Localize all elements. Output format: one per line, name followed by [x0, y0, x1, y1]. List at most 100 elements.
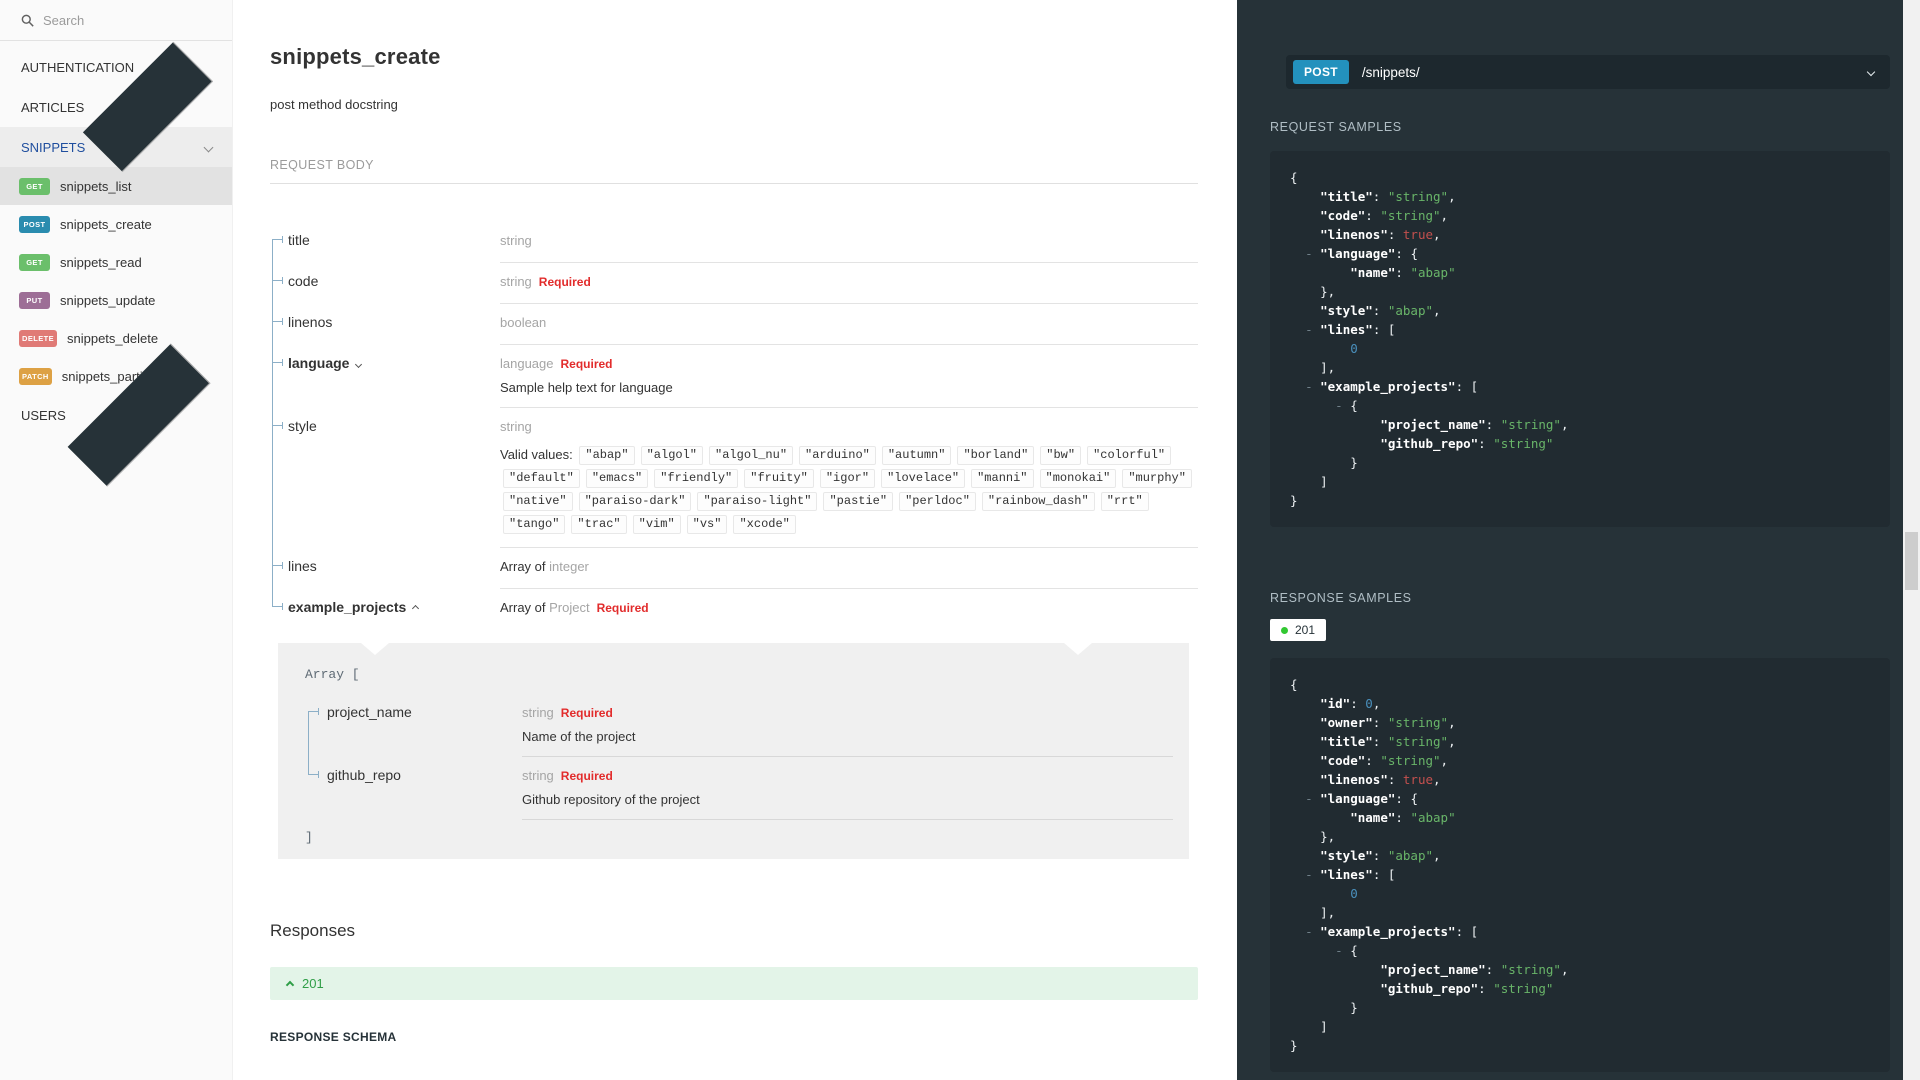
search-box[interactable]	[0, 0, 232, 41]
request-sample-code: { "title": "string", "code": "string", "…	[1270, 151, 1890, 527]
field-name: lines	[288, 558, 317, 574]
field-name: linenos	[288, 314, 333, 330]
enum-value-chip: "fruity"	[744, 469, 814, 489]
field-name: code	[288, 273, 319, 289]
section-label: USERS	[21, 407, 66, 423]
enum-value-chip: "paraiso-dark"	[578, 492, 692, 512]
field-row-language: language language Required Sample help te…	[270, 345, 1198, 408]
operation-description: post method docstring	[270, 97, 398, 112]
op-label: snippets_delete	[67, 330, 159, 346]
enum-value-chip: "monokai"	[1039, 469, 1117, 489]
enum-value-chip: "emacs"	[585, 469, 649, 489]
enum-value-chip: "abap"	[579, 446, 635, 466]
array-open-bracket: Array [	[305, 667, 360, 682]
samples-panel: POST /snippets/ REQUEST SAMPLES { "title…	[1237, 0, 1920, 1080]
field-row-id: id integer id serializer help text	[270, 1070, 1198, 1080]
method-badge-put: PUT	[19, 291, 50, 309]
enum-value-chip: "igor"	[819, 469, 876, 489]
field-name: style	[288, 418, 317, 434]
expandable-field-example-projects[interactable]: example_projects	[288, 589, 500, 629]
field-row-style: style string Valid values: "abap" "algol"…	[270, 408, 1198, 548]
enum-value-chip: "vim"	[632, 515, 681, 535]
field-type-prefix: Array of	[500, 559, 550, 574]
enum-value-chip: "tango"	[503, 515, 566, 535]
sidebar-op-snippets-update[interactable]: PUT snippets_update	[0, 281, 232, 319]
field-row-code: code string Required	[270, 263, 1198, 304]
chevron-up-icon	[285, 980, 295, 990]
search-input[interactable]	[43, 12, 193, 28]
field-row-linenos: linenos boolean	[270, 304, 1198, 345]
method-badge-post: POST	[19, 215, 50, 233]
request-body-schema: title string code string Required linenos	[270, 222, 1198, 629]
field-name: project_name	[327, 704, 412, 720]
search-icon	[21, 14, 34, 27]
tree-stub	[272, 318, 283, 325]
status-dot-icon	[1281, 626, 1288, 634]
field-type: boolean	[500, 315, 547, 330]
sidebar-item-users[interactable]: USERS	[0, 343, 232, 487]
sidebar-item-articles[interactable]: ARTICLES	[0, 42, 232, 172]
chevron-down-icon	[355, 360, 363, 369]
tree-stub	[272, 236, 283, 243]
enum-value-chip: "autumn"	[881, 446, 952, 466]
method-badge-delete: DELETE	[19, 329, 57, 347]
valid-values-label: Valid values:	[500, 447, 573, 462]
sidebar-op-snippets-list[interactable]: GET snippets_list	[0, 167, 232, 205]
sidebar-op-snippets-create[interactable]: POST snippets_create	[0, 205, 232, 243]
section-label: SNIPPETS	[21, 139, 86, 155]
field-name: language	[288, 355, 350, 371]
response-201-banner[interactable]: 201	[270, 967, 1198, 1000]
tree-stub	[272, 562, 283, 569]
sidebar-menu: AUTHENTICATION ARTICLES SNIPPETS GET sni…	[0, 41, 232, 487]
field-help: Sample help text for language	[500, 380, 673, 395]
enum-value-chip: "vs"	[686, 515, 728, 535]
enum-value-chip: "murphy"	[1122, 469, 1192, 489]
responses-heading: Responses	[270, 921, 356, 940]
field-type: string	[522, 705, 554, 720]
method-badge-get: GET	[19, 253, 50, 271]
enum-value-chip: "pastie"	[823, 492, 894, 512]
enum-value-chip: "bw"	[1040, 446, 1082, 466]
field-type: string	[500, 274, 532, 289]
page-scrollbar-track[interactable]	[1903, 0, 1920, 1080]
field-type: string	[500, 419, 532, 434]
api-docs-app: AUTHENTICATION ARTICLES SNIPPETS GET sni…	[0, 0, 1920, 1080]
sidebar-op-snippets-delete[interactable]: DELETE snippets_delete	[0, 319, 232, 357]
field-type: Project	[549, 600, 590, 615]
response-tab-label: 201	[1295, 623, 1316, 637]
op-label: snippets_list	[60, 178, 132, 194]
endpoint-path: /snippets/	[1361, 64, 1420, 80]
page-scrollbar-thumb[interactable]	[1905, 532, 1918, 590]
enum-value-chip: "rrt"	[1100, 492, 1149, 512]
enum-value-chip: "native"	[503, 492, 573, 512]
field-row-github-repo: github_repo string Required Github reposi…	[305, 757, 1173, 820]
tree-stub	[272, 603, 283, 610]
response-sample-tab-201[interactable]: 201	[1270, 619, 1327, 641]
method-badge-patch: PATCH	[19, 367, 52, 385]
chevron-down-icon	[203, 142, 214, 152]
enum-value-chip: "algol"	[640, 446, 704, 466]
enum-value-chip: "trac"	[571, 515, 627, 535]
enum-value-chip: "arduino"	[799, 446, 876, 466]
field-type: language	[500, 356, 554, 371]
endpoint-dropdown[interactable]: POST /snippets/	[1286, 55, 1890, 89]
enum-value-chip: "borland"	[957, 446, 1035, 466]
field-type: string	[500, 233, 532, 248]
expandable-field-language[interactable]: language	[288, 345, 500, 408]
enum-value-chip: "colorful"	[1087, 446, 1172, 466]
tree-stub	[308, 771, 319, 778]
field-type: integer	[549, 559, 589, 574]
sidebar-op-snippets-read[interactable]: GET snippets_read	[0, 243, 232, 281]
enum-values: Valid values: "abap" "algol" "algol_nu" "ar…	[500, 443, 1198, 535]
required-flag: Required	[560, 357, 613, 371]
enum-value-chip: "lovelace"	[881, 469, 966, 489]
required-flag: Required	[560, 769, 613, 783]
section-label: AUTHENTICATION	[21, 59, 135, 75]
enum-value-chip: "xcode"	[733, 515, 796, 535]
page-title: snippets_create	[270, 44, 441, 69]
tree-stub	[272, 277, 283, 284]
enum-value-chip: "algol_nu"	[709, 446, 794, 466]
chevron-up-icon	[412, 604, 420, 613]
field-type-prefix: Array of	[500, 600, 550, 615]
enum-value-chip: "paraiso-light"	[697, 492, 818, 512]
